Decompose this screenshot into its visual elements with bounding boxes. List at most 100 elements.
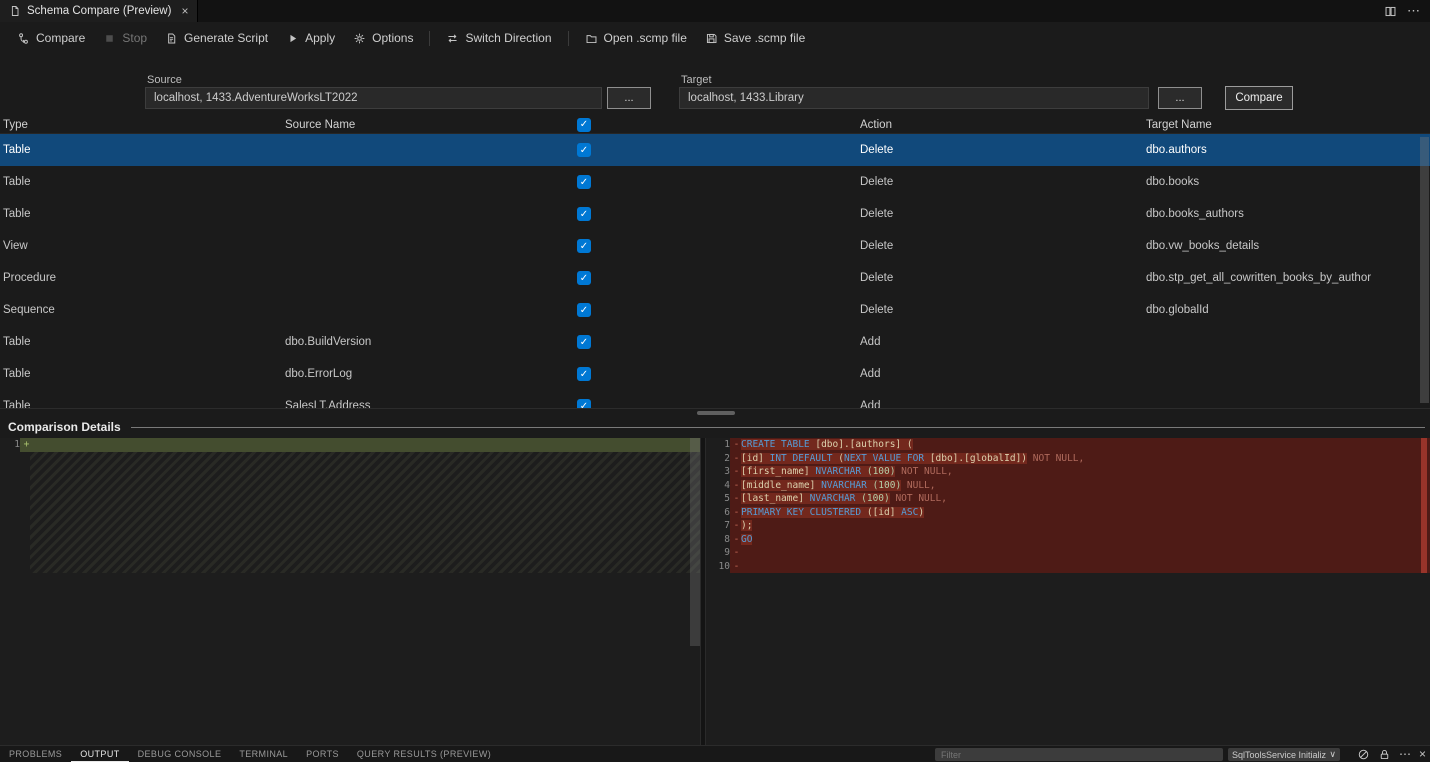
table-row[interactable]: View✓Deletedbo.vw_books_details [0,230,1430,262]
include-checkbox[interactable]: ✓ [577,207,591,221]
source-input[interactable] [145,87,602,109]
row-target-name: dbo.books [1146,176,1430,188]
include-checkbox[interactable]: ✓ [577,335,591,349]
include-checkbox[interactable]: ✓ [577,143,591,157]
diff-left-pane[interactable]: 1+ [0,438,700,745]
table-row[interactable]: Procedure ✓ Deletedbo.stp_get_all_cowritte… [0,262,1430,294]
table-row[interactable]: Tabledbo.ErrorLog✓Add [0,358,1430,390]
column-header-target-name[interactable]: Target Name [1146,119,1430,131]
column-header-source-name[interactable]: Source Name [285,119,577,131]
row-action: Delete [860,208,1146,220]
toolbar-save-scmp-file-button[interactable]: Save .scmp file [696,27,814,49]
include-checkbox[interactable]: ✓ [577,367,591,381]
code-line-text: -[first_name] NVARCHAR (100) NOT NULL, [730,465,1430,479]
diff-right-pane[interactable]: 1-CREATE TABLE [dbo].[authors] (2-[id] I… [706,438,1430,745]
grid-body: Table✓Deletedbo.authorsTable✓Deletedbo.b… [0,134,1430,408]
toolbar-separator [429,31,430,46]
table-row[interactable]: Table✓Deletedbo.books [0,166,1430,198]
column-header-type[interactable]: Type [0,119,285,131]
close-tab-icon[interactable]: × [181,4,188,18]
toolbar-label: Generate Script [184,31,268,45]
tabbar-actions: ⋯ [1384,0,1430,22]
panel-tab-debug-console[interactable]: DEBUG CONSOLE [129,746,231,762]
output-channel-select[interactable]: SqlToolsService Initializ ∨ [1228,748,1340,761]
panel-tab-ports[interactable]: PORTS [297,746,348,762]
include-checkbox[interactable]: ✓ [577,303,591,317]
splitter-handle[interactable] [697,411,735,415]
target-browse-button[interactable]: ... [1158,87,1202,109]
panel-tab-query-results-preview[interactable]: QUERY RESULTS (PREVIEW) [348,746,500,762]
toolbar-compare-button[interactable]: Compare [8,27,94,49]
toolbar: CompareStop Generate Script Apply Options Sw… [0,22,1430,54]
row-type: Procedure [0,272,285,284]
clear-output-icon[interactable] [1357,748,1370,761]
diff-marker: - [732,560,741,574]
close-icon[interactable]: × [1419,747,1426,761]
table-row[interactable]: TableSalesLT.Address✓Add [0,390,1430,408]
diff-marker: - [732,479,741,493]
diff-marker: - [732,533,741,547]
toolbar-options-button[interactable]: Options [344,27,422,49]
column-header-action[interactable]: Action [860,119,1146,131]
left-pane-scrollbar[interactable] [690,438,700,646]
toolbar-switch-direction-button[interactable]: Switch Direction [437,27,560,49]
lock-icon[interactable] [1378,748,1391,761]
row-target-name: dbo.stp_get_all_cowritten_books_by_autho… [1146,272,1430,284]
grid-vertical-scrollbar[interactable] [1420,137,1429,403]
toolbar-label: Apply [305,31,335,45]
table-row[interactable]: Tabledbo.BuildVersion✓Add [0,326,1430,358]
line-number: 8 [706,533,730,547]
toolbar-label: Open .scmp file [604,31,687,45]
comparison-diff-editor: 1+ 1-CREATE TABLE [dbo].[authors] (2-[id… [0,438,1430,745]
target-input[interactable] [679,87,1149,109]
grid-header: Type Source Name ✓ Action Target Name [0,116,1430,134]
source-browse-button[interactable]: ... [607,87,651,109]
table-row[interactable]: Table✓Deletedbo.authors [0,134,1430,166]
panel-tab-output[interactable]: OUTPUT [71,746,128,762]
line-number: 10 [706,560,730,574]
row-action: Delete [860,272,1146,284]
row-type: Table [0,336,285,348]
include-checkbox[interactable]: ✓ [577,239,591,253]
diff-marker: - [732,452,741,466]
toolbar-apply-button[interactable]: Apply [277,27,344,49]
toolbar-generate-script-button[interactable]: Generate Script [156,27,277,49]
code-line-text: -CREATE TABLE [dbo].[authors] ( [730,438,1430,452]
row-type: Table [0,144,285,156]
compare-button[interactable]: Compare [1225,86,1293,110]
line-number: 4 [706,479,730,493]
table-row[interactable]: Table✓Deletedbo.books_authors [0,198,1430,230]
include-checkbox[interactable]: ✓ [577,399,591,408]
compare-file-icon [9,5,21,17]
diff-filler-region [30,452,700,574]
include-checkbox[interactable]: ✓ [577,271,591,285]
code-line-text: -[id] INT DEFAULT (NEXT VALUE FOR [dbo].… [730,452,1430,466]
more-icon[interactable]: ⋯ [1399,747,1411,761]
diff-marker: - [732,492,741,506]
row-type: Sequence [0,304,285,316]
more-icon[interactable]: ⋯ [1407,3,1420,19]
line-number: 7 [706,519,730,533]
row-target-name: dbo.vw_books_details [1146,240,1430,252]
table-row[interactable]: Sequence✓Deletedbo.globalId [0,294,1430,326]
apply-icon [286,32,299,45]
line-number: 3 [706,465,730,479]
split-editor-icon[interactable] [1384,5,1397,18]
row-type: View [0,240,285,252]
row-type: Table [0,400,285,408]
toolbar-label: Save .scmp file [724,31,805,45]
output-filter-input[interactable] [935,748,1223,761]
code-line-text: -[last_name] NVARCHAR (100) NOT NULL, [730,492,1430,506]
tab-schema-compare[interactable]: Schema Compare (Preview) × [0,0,198,22]
toolbar-stop-button[interactable]: Stop [94,27,156,49]
switch-direction-icon [446,32,459,45]
panel-tab-problems[interactable]: PROBLEMS [0,746,71,762]
include-checkbox[interactable]: ✓ [577,175,591,189]
panel-actions: ⋯× [1357,746,1426,762]
code-line-text: -GO [730,533,1430,547]
code-line-text: -); [730,519,1430,533]
panel-tab-terminal[interactable]: TERMINAL [230,746,297,762]
select-all-checkbox[interactable]: ✓ [577,118,591,132]
horizontal-splitter [0,408,1430,416]
toolbar-open-scmp-file-button[interactable]: Open .scmp file [576,27,696,49]
